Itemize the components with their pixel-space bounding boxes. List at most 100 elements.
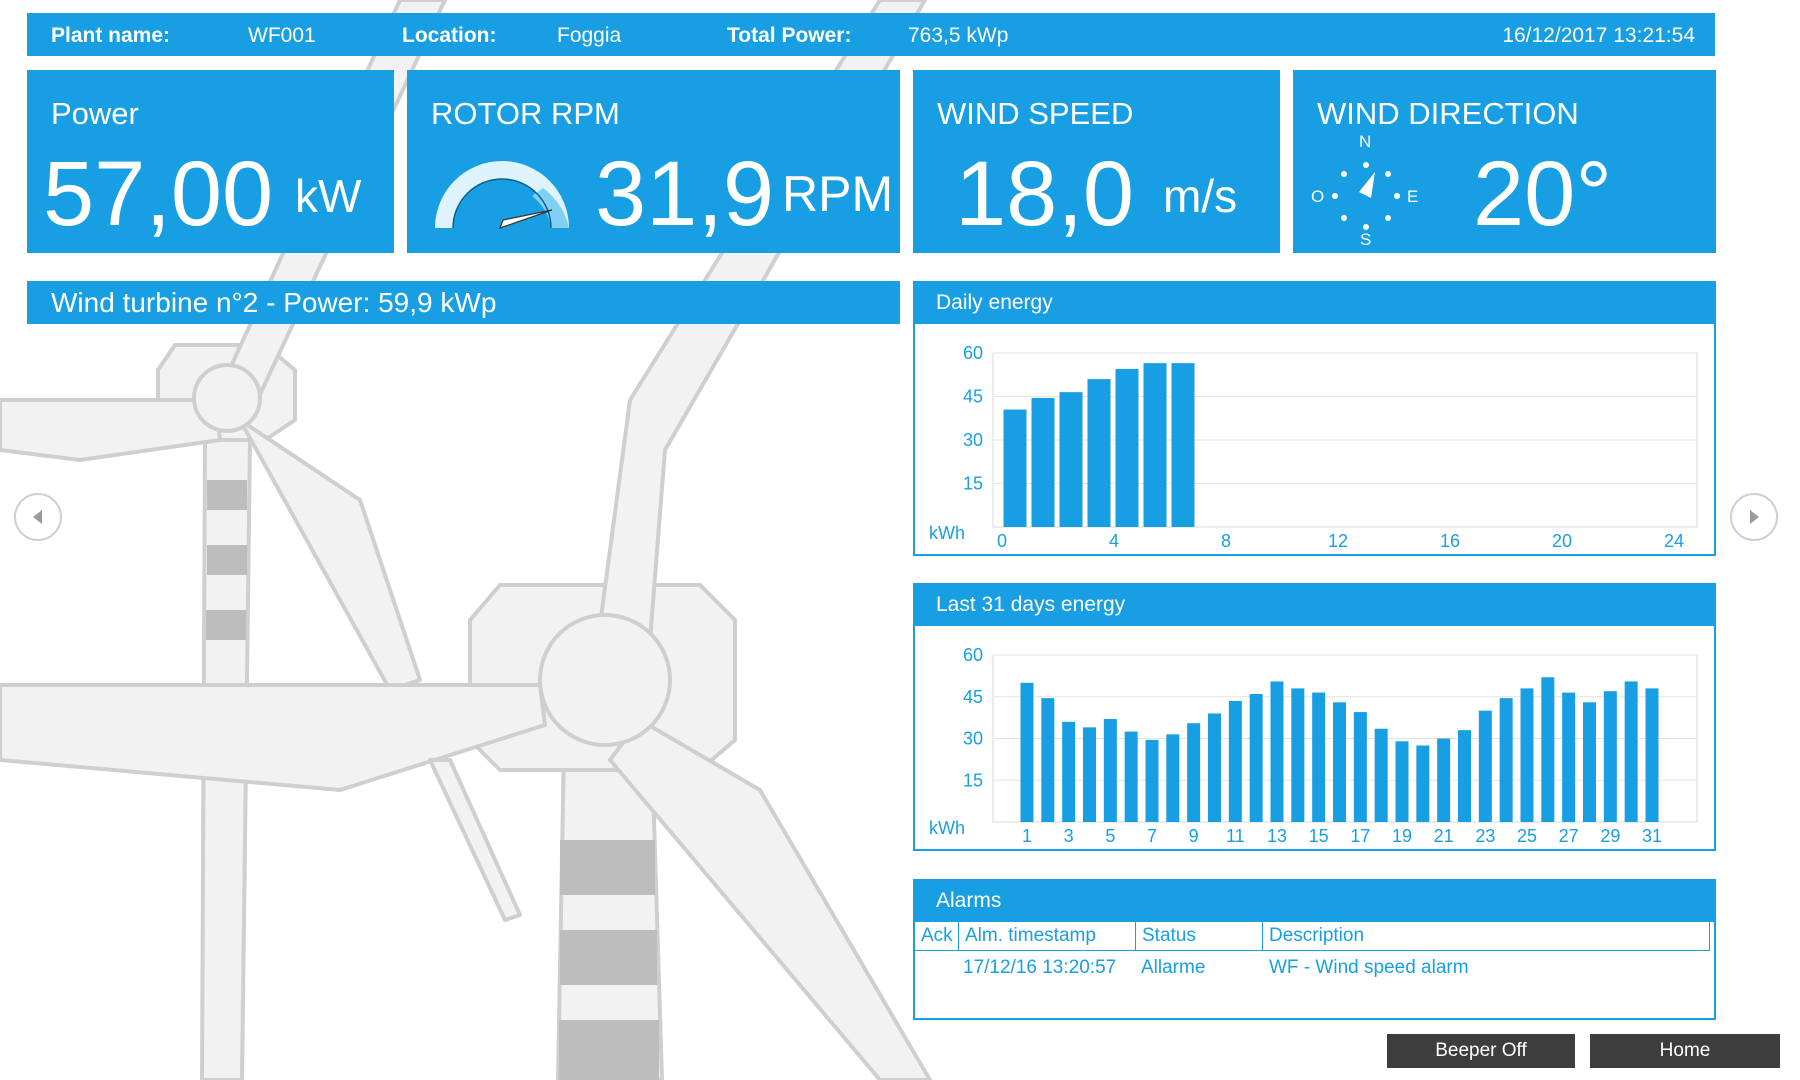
bar: [1291, 688, 1305, 822]
x-tick-label: 29: [1600, 826, 1620, 846]
gauge-icon: [435, 161, 569, 229]
bar: [1187, 723, 1201, 822]
total-power-label: Total Power:: [727, 24, 852, 47]
bar: [1645, 688, 1659, 822]
bar: [1087, 379, 1111, 527]
x-tick-label: 15: [1309, 826, 1329, 846]
location-label: Location:: [402, 24, 497, 47]
bar: [1395, 741, 1409, 822]
compass-south: S: [1360, 230, 1372, 249]
bar: [1478, 710, 1492, 822]
rotor-rpm-tile: ROTOR RPM 31,9 RPM: [407, 70, 900, 253]
y-tick-label: 15: [963, 474, 983, 494]
alarm-timestamp: 17/12/16 13:20:57: [963, 957, 1117, 978]
bar: [1270, 681, 1284, 822]
bar: [1583, 702, 1596, 822]
alarms-title: Alarms: [936, 889, 1002, 912]
prev-button[interactable]: [14, 493, 62, 541]
x-tick-label: 4: [1109, 531, 1119, 551]
bar: [1416, 745, 1430, 822]
x-tick-label: 20: [1552, 531, 1572, 551]
x-tick-label: 25: [1517, 826, 1537, 846]
wind-direction-value: 20°: [1473, 143, 1613, 245]
x-tick-label: 16: [1440, 531, 1460, 551]
x-tick-label: 27: [1559, 826, 1579, 846]
y-tick-label: 15: [963, 770, 983, 790]
bar: [1062, 721, 1076, 822]
turbine-title: Wind turbine n°2 - Power: 59,9 kWp: [51, 287, 497, 318]
bar: [1143, 363, 1167, 527]
power-tile: Power 57,00 kW: [27, 70, 394, 253]
bar: [1562, 692, 1576, 822]
total-power-value: 763,5 kWp: [908, 24, 1009, 47]
daily-energy-chart: 15 30 45 60 kWh 0 4 8 12 16 20 24: [929, 343, 1698, 551]
y-axis-label: kWh: [929, 818, 965, 838]
power-unit: kW: [295, 170, 362, 222]
table-row[interactable]: 17/12/16 13:20:57 Allarme WF - Wind spee…: [915, 922, 1710, 982]
rotor-value: 31,9: [595, 143, 775, 245]
compass-north: N: [1359, 132, 1372, 151]
daily-energy-header: Daily energy: [913, 281, 1716, 324]
alarm-status: Allarme: [1141, 957, 1206, 978]
alarms-table: Ack Alm. timestamp Status Description 17…: [913, 922, 1716, 1020]
compass-icon: N S E O: [1311, 132, 1421, 249]
x-tick-label: 23: [1475, 826, 1495, 846]
bar: [1031, 397, 1055, 527]
compass-west: O: [1311, 187, 1325, 206]
plant-name-label: Plant name:: [51, 24, 171, 47]
bar: [1003, 409, 1027, 527]
y-tick-label: 60: [963, 645, 983, 665]
x-tick-label: 9: [1189, 826, 1199, 846]
bar: [1458, 730, 1471, 822]
compass-east: E: [1407, 187, 1419, 206]
monthly-energy-title: Last 31 days energy: [936, 593, 1126, 616]
header-bar: Plant name: WF001 Location: Foggia Total…: [27, 13, 1715, 56]
bar: [1115, 368, 1139, 527]
bar: [1353, 712, 1367, 822]
monthly-energy-chart: 15304560kWh 1 3 5 7 9 11 13 15 17 19 21 23 25 27 29 31: [929, 645, 1698, 846]
bar: [1374, 728, 1388, 822]
x-tick-label: 1: [1022, 826, 1032, 846]
wind-speed-tile: WIND SPEED 18,0 m/s: [913, 70, 1280, 253]
next-button[interactable]: [1730, 493, 1778, 541]
x-tick-label: 3: [1064, 826, 1074, 846]
wind-speed-title: WIND SPEED: [937, 96, 1134, 131]
datetime: 16/12/2017 13:21:54: [1502, 24, 1695, 47]
wind-speed-unit: m/s: [1163, 170, 1238, 222]
chevron-left-icon: [33, 510, 42, 524]
bar: [1437, 738, 1451, 822]
x-tick-label: 12: [1328, 531, 1348, 551]
x-tick-label: 24: [1664, 531, 1684, 551]
bar: [1541, 677, 1555, 822]
y-tick-label: 45: [963, 387, 983, 407]
daily-energy-title: Daily energy: [936, 291, 1053, 314]
beeper-off-button[interactable]: Beeper Off: [1387, 1034, 1575, 1068]
location-value: Foggia: [557, 24, 622, 47]
bar: [1208, 713, 1221, 822]
wind-direction-title: WIND DIRECTION: [1317, 96, 1579, 131]
y-axis-label: kWh: [929, 523, 965, 543]
bar: [1103, 719, 1117, 822]
home-button[interactable]: Home: [1590, 1034, 1780, 1068]
bar: [1333, 702, 1346, 822]
rotor-title: ROTOR RPM: [431, 96, 620, 131]
power-title: Power: [51, 96, 139, 131]
y-tick-label: 60: [963, 343, 983, 363]
y-tick-label: 45: [963, 687, 983, 707]
bar: [1312, 692, 1326, 822]
bar: [1166, 734, 1180, 822]
x-tick-label: 5: [1105, 826, 1115, 846]
wind-direction-tile: WIND DIRECTION N S E O 20°: [1293, 70, 1716, 253]
x-tick-label: 8: [1221, 531, 1231, 551]
bar: [1249, 693, 1263, 822]
rotor-unit: RPM: [782, 166, 894, 222]
alarms-header: Alarms: [913, 879, 1716, 922]
x-tick-label: 31: [1642, 826, 1662, 846]
x-tick-label: 19: [1392, 826, 1412, 846]
bar: [1083, 727, 1096, 822]
wind-speed-value: 18,0: [955, 143, 1135, 245]
bar: [1228, 700, 1242, 822]
power-value: 57,00: [43, 143, 274, 245]
turbine-title-bar: Wind turbine n°2 - Power: 59,9 kWp: [27, 281, 900, 324]
chevron-right-icon: [1750, 510, 1759, 524]
